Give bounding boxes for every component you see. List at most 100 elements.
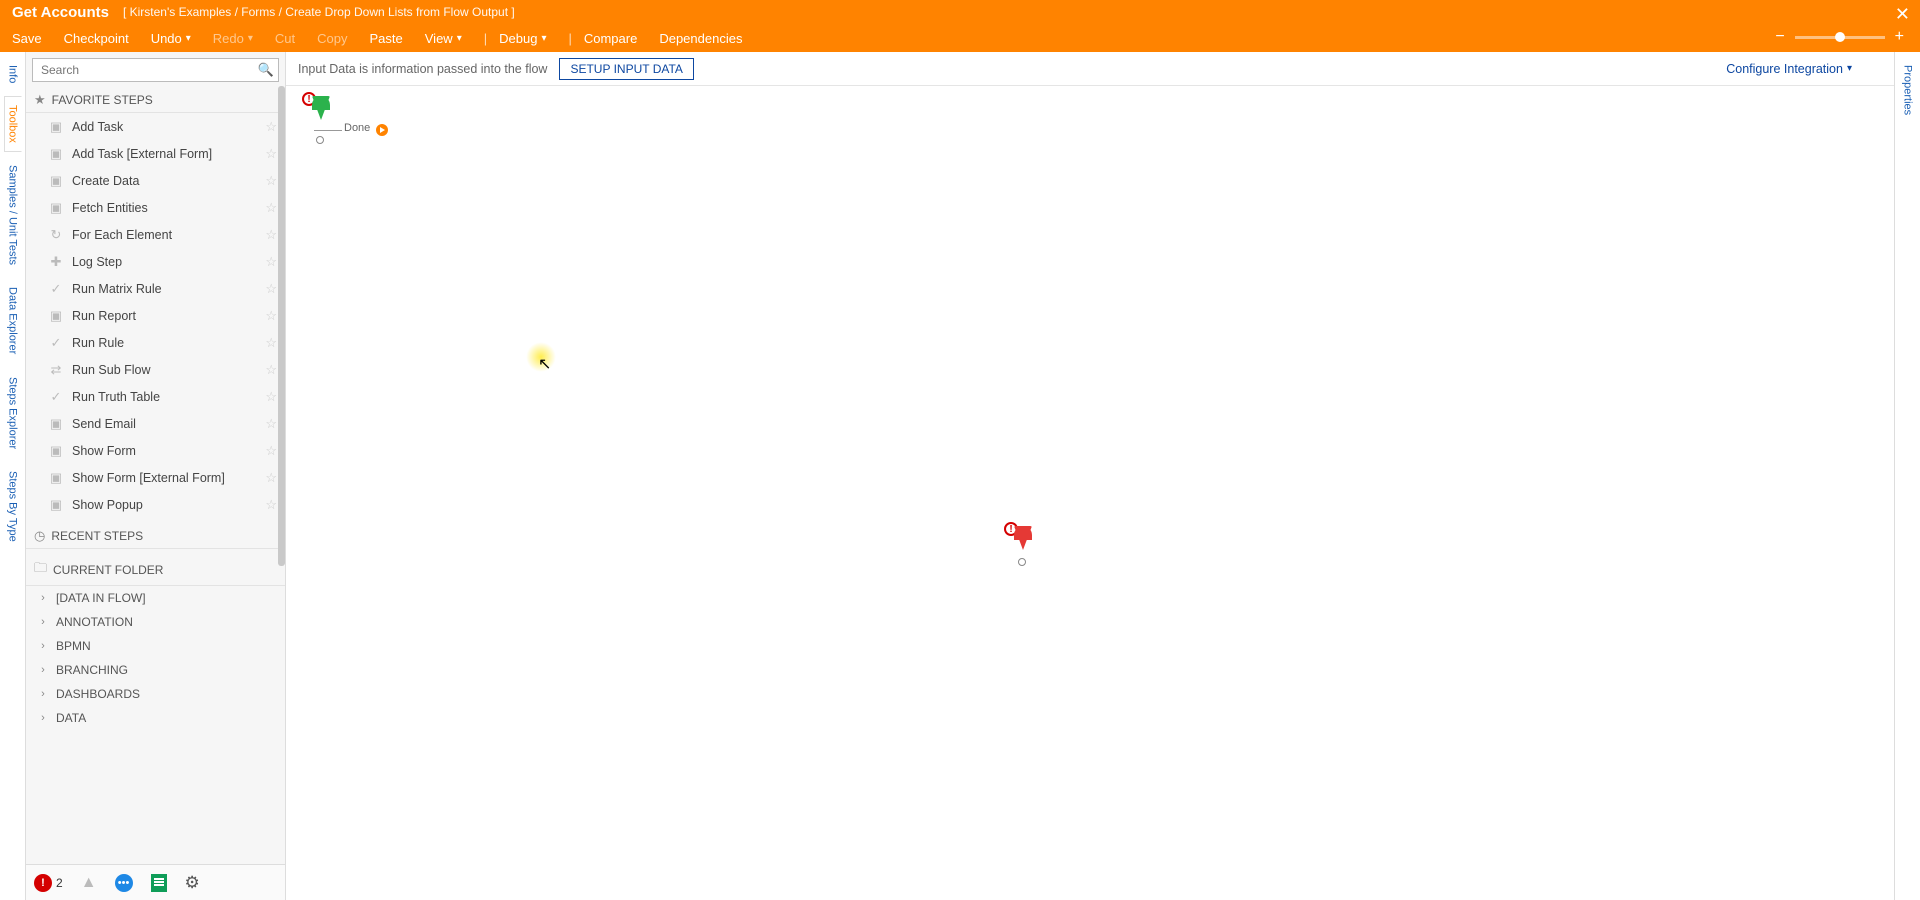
favorite-toggle[interactable]: ☆ [265, 416, 277, 432]
favorite-toggle[interactable]: ☆ [265, 173, 277, 189]
toolbox-step[interactable]: ▣Show Form☆ [26, 437, 285, 464]
setup-input-data-button[interactable]: SETUP INPUT DATA [559, 58, 693, 80]
section-label: FAVORITE STEPS [52, 93, 153, 107]
menu-paste[interactable]: Paste [370, 31, 403, 46]
chevron-right-icon: › [36, 616, 50, 628]
favorite-toggle[interactable]: ☆ [265, 200, 277, 216]
section-favorite-steps[interactable]: ★ FAVORITE STEPS [26, 86, 285, 113]
toolbox-step[interactable]: ▣Add Task [External Form]☆ [26, 140, 285, 167]
header-title-row: Get Accounts [ Kirsten's Examples / Form… [0, 0, 1920, 24]
node-port[interactable] [316, 136, 324, 144]
flow-connector[interactable] [314, 130, 342, 131]
favorite-toggle[interactable]: ☆ [265, 389, 277, 405]
menu-cut[interactable]: Cut [275, 31, 295, 46]
favorite-toggle[interactable]: ☆ [265, 227, 277, 243]
toolbox-step[interactable]: ⇄Run Sub Flow☆ [26, 356, 285, 383]
scrollbar[interactable] [278, 86, 285, 566]
favorite-toggle[interactable]: ☆ [265, 281, 277, 297]
settings-button[interactable]: ⚙ [185, 873, 200, 893]
menu-view[interactable]: View▾ [425, 31, 462, 46]
zoom-out-button[interactable]: − [1775, 28, 1784, 46]
errors-button[interactable]: ! 2 [34, 874, 63, 892]
toolbox-step[interactable]: ▣Show Popup☆ [26, 491, 285, 518]
menu-debug[interactable]: Debug▾ [499, 31, 546, 46]
app-body: Info Toolbox Samples / Unit Tests Data E… [0, 52, 1920, 900]
section-recent-steps[interactable]: ◷ RECENT STEPS [26, 522, 285, 549]
start-node[interactable]: ! [306, 96, 330, 120]
zoom-slider[interactable] [1795, 36, 1885, 39]
category-label: DASHBOARDS [56, 687, 140, 701]
error-count: 2 [56, 876, 63, 890]
toolbox-step[interactable]: ▣Add Task☆ [26, 113, 285, 140]
close-button[interactable]: ✕ [1895, 4, 1910, 25]
category-item[interactable]: › DASHBOARDS [26, 682, 285, 706]
favorite-toggle[interactable]: ☆ [265, 335, 277, 351]
menu-redo[interactable]: Redo▾ [213, 31, 253, 46]
search-icon[interactable]: 🔍 [258, 62, 274, 78]
category-item[interactable]: ›[DATA IN FLOW] [26, 586, 285, 610]
favorite-toggle[interactable]: ☆ [265, 308, 277, 324]
chevron-down-icon: ▾ [457, 33, 462, 44]
configure-integration-link[interactable]: Configure Integration ▾ [1726, 62, 1852, 76]
tab-properties[interactable]: Properties [1899, 56, 1917, 124]
documentation-button[interactable] [151, 874, 167, 892]
menu-checkpoint[interactable]: Checkpoint [64, 31, 129, 46]
section-current-folder[interactable]: 🗀 CURRENT FOLDER [26, 553, 285, 586]
flow-canvas[interactable]: ! Done ! ↖ [286, 86, 1894, 900]
toolbox-step[interactable]: ▣Send Email☆ [26, 410, 285, 437]
favorite-toggle[interactable]: ☆ [265, 470, 277, 486]
section-label: CURRENT FOLDER [53, 563, 163, 577]
toolbox-step[interactable]: ▣Fetch Entities☆ [26, 194, 285, 221]
warnings-button[interactable]: ▲ [81, 874, 97, 892]
category-item[interactable]: ›BRANCHING [26, 658, 285, 682]
menu-undo[interactable]: Undo▾ [151, 31, 191, 46]
chevron-down-icon: ▾ [541, 33, 546, 44]
toolbox-step[interactable]: ↻For Each Element☆ [26, 221, 285, 248]
menu-dependencies[interactable]: Dependencies [659, 31, 742, 46]
plus-icon: ✚ [48, 254, 64, 270]
comments-button[interactable]: ••• [115, 874, 133, 892]
tab-steps-explorer[interactable]: Steps Explorer [4, 368, 22, 458]
chevron-right-icon: › [36, 592, 50, 604]
menu-copy[interactable]: Copy [317, 31, 347, 46]
zoom-in-button[interactable]: + [1895, 28, 1904, 46]
favorite-toggle[interactable]: ☆ [265, 146, 277, 162]
toolbox-step[interactable]: ▣Create Data☆ [26, 167, 285, 194]
category-item[interactable]: ›ANNOTATION [26, 610, 285, 634]
cube-icon: ▣ [48, 119, 64, 135]
tab-info[interactable]: Info [4, 56, 22, 92]
favorite-toggle[interactable]: ☆ [265, 497, 277, 513]
document-icon [151, 874, 167, 892]
category-item[interactable]: ›BPMN [26, 634, 285, 658]
toolbox-step[interactable]: ✓Run Matrix Rule☆ [26, 275, 285, 302]
toolbox-step[interactable]: ✓Run Rule☆ [26, 329, 285, 356]
error-icon: ! [34, 874, 52, 892]
favorite-toggle[interactable]: ☆ [265, 254, 277, 270]
search-input[interactable] [37, 61, 258, 79]
category-item[interactable]: ›DATA [26, 706, 285, 730]
favorite-toggle[interactable]: ☆ [265, 119, 277, 135]
toolbox-tree[interactable]: ★ FAVORITE STEPS ▣Add Task☆ ▣Add Task [E… [26, 86, 285, 864]
menu-compare[interactable]: Compare [584, 31, 637, 46]
connector-endpoint[interactable] [376, 124, 388, 136]
cube-icon: ▣ [48, 470, 64, 486]
tab-steps-by-type[interactable]: Steps By Type [4, 462, 22, 551]
toolbox-step[interactable]: ✚ Log Step ☆ [26, 248, 285, 275]
toolbox-step[interactable]: ✓Run Truth Table☆ [26, 383, 285, 410]
toolbox-step[interactable]: ▣Run Report☆ [26, 302, 285, 329]
zoom-thumb[interactable] [1835, 32, 1845, 42]
chevron-right-icon: › [36, 688, 50, 700]
favorite-toggle[interactable]: ☆ [265, 443, 277, 459]
left-tab-strip: Info Toolbox Samples / Unit Tests Data E… [0, 52, 26, 900]
tab-data-explorer[interactable]: Data Explorer [4, 278, 22, 363]
tab-samples[interactable]: Samples / Unit Tests [4, 156, 22, 274]
favorite-toggle[interactable]: ☆ [265, 362, 277, 378]
tab-toolbox[interactable]: Toolbox [4, 96, 22, 152]
step-label: Log Step [72, 255, 122, 269]
cube-icon: ▣ [48, 200, 64, 216]
menu-save[interactable]: Save [12, 31, 42, 46]
toolbox-step[interactable]: ▣Show Form [External Form]☆ [26, 464, 285, 491]
canvas-area: Input Data is information passed into th… [286, 52, 1894, 900]
node-port[interactable] [1018, 558, 1026, 566]
end-node[interactable]: ! [1008, 526, 1032, 550]
